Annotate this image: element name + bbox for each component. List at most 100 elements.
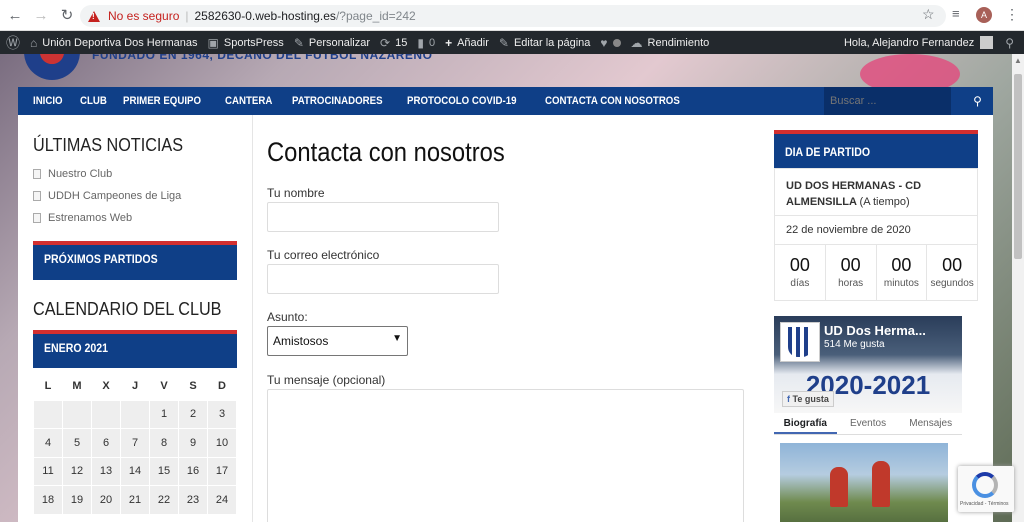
admin-customize-link[interactable]: ✎ Personalizar (294, 36, 370, 50)
reload-icon[interactable]: ↻ (56, 4, 78, 26)
scroll-up-icon[interactable]: ▲ (1014, 56, 1022, 65)
admin-add-new-link[interactable]: + Añadir (445, 36, 489, 50)
countdown-label: días (790, 278, 810, 289)
facebook-like-button[interactable]: f Te gusta (782, 391, 834, 407)
facebook-post-image[interactable] (780, 443, 948, 522)
news-item-label: Nuestro Club (48, 168, 113, 180)
scroll-thumb[interactable] (1014, 74, 1022, 259)
admin-avatar[interactable] (980, 36, 994, 49)
updates-count: 15 (395, 36, 408, 49)
countdown-label: minutos (883, 278, 919, 289)
message-textarea[interactable] (267, 389, 744, 522)
wordpress-logo-icon[interactable]: Ⓦ (6, 33, 20, 53)
calendar-table: L M X J V S D 1 2 3 4 5 6 7 8 9 10 11 12… (33, 371, 237, 515)
calendar-day: 22 (149, 485, 179, 515)
weekday-label: X (91, 371, 121, 401)
main-navigation: INICIO CLUB PRIMER EQUIPO CANTERA PATROC… (18, 87, 993, 115)
admin-greeting[interactable]: Hola, Alejandro Fernandez (844, 37, 974, 49)
admin-sportspress-link[interactable]: ▣ SportsPress (208, 36, 284, 50)
admin-edit-page-link[interactable]: ✎ Editar la página (499, 36, 591, 50)
menu-kebab-icon[interactable]: ⋮ (1005, 6, 1019, 23)
calendar-day: 24 (207, 485, 237, 515)
seo-icon: ♥ (600, 35, 608, 50)
match-teams[interactable]: UD DOS HERMANAS - CD ALMENSILLA (A tiemp… (786, 178, 966, 210)
email-label: Tu correo electrónico (267, 248, 380, 262)
club-logo[interactable] (24, 54, 80, 80)
calendar-day: 17 (207, 456, 237, 486)
document-icon (33, 213, 41, 223)
nav-item-inicio[interactable]: INICIO (33, 95, 63, 107)
admin-search-icon[interactable]: ⚲ (1005, 36, 1014, 50)
facebook-page-name[interactable]: UD Dos Herma... (824, 323, 926, 338)
tab-eventos[interactable]: Eventos (837, 413, 900, 434)
forward-icon[interactable]: → (30, 4, 52, 26)
countdown-value: 00 (942, 255, 963, 275)
nav-item-cantera[interactable]: CANTERA (225, 95, 272, 107)
facebook-like-label: Te gusta (792, 394, 829, 404)
tab-mensajes[interactable]: Mensajes (899, 413, 962, 434)
calendar-day: 5 (62, 428, 92, 458)
admin-comments-link[interactable]: ▮ 0 (417, 36, 435, 50)
updates-icon: ⟳ (380, 35, 391, 50)
player-figure (872, 461, 890, 507)
countdown-value: 00 (891, 255, 912, 275)
news-item[interactable]: Estrenamos Web (33, 212, 132, 224)
comment-icon: ▮ (417, 35, 424, 50)
page-scrollbar[interactable]: ▲ (1012, 54, 1024, 522)
weekday-label: D (207, 371, 237, 401)
news-item-label: Estrenamos Web (48, 212, 133, 224)
bookmark-star-icon[interactable]: ☆ (922, 6, 935, 23)
calendar-day: 10 (207, 428, 237, 458)
calendar-month-header: ENERO 2021 (33, 330, 237, 368)
search-button[interactable]: ⚲ (962, 87, 993, 115)
nav-item-club[interactable]: CLUB (80, 95, 107, 107)
subject-label: Asunto: (267, 310, 308, 324)
reading-list-icon[interactable]: ≡ (952, 6, 960, 21)
profile-avatar[interactable]: A (976, 7, 992, 23)
recaptcha-badge[interactable]: Privacidad - Términos (958, 466, 1014, 512)
admin-customize-label: Personalizar (308, 36, 371, 49)
calendar-day: 20 (91, 485, 121, 515)
nav-item-patrocinadores[interactable]: PATROCINADORES (292, 95, 383, 107)
insecure-label: No es seguro (108, 9, 180, 23)
search-input[interactable] (824, 87, 951, 115)
admin-performance-label: Rendimiento (647, 36, 710, 49)
address-bar[interactable]: No es seguro | 2582630-0.web-hosting.es … (80, 5, 946, 27)
calendar-day: 14 (120, 456, 150, 486)
url-host: 2582630-0.web-hosting.es (194, 9, 336, 23)
calendar-widget-title: CALENDARIO DEL CLUB (33, 299, 222, 319)
news-item[interactable]: Nuestro Club (33, 168, 112, 180)
page-title: Contacta con nosotros (267, 137, 505, 167)
news-widget-title: ÚLTIMAS NOTICIAS (33, 135, 184, 155)
admin-site-link[interactable]: ⌂ Unión Deportiva Dos Hermanas (30, 36, 198, 50)
admin-sportspress-label: SportsPress (223, 36, 284, 49)
admin-updates-link[interactable]: ⟳ 15 (380, 36, 407, 50)
name-field[interactable] (267, 202, 499, 232)
wp-admin-bar: Ⓦ ⌂ Unión Deportiva Dos Hermanas ▣ SportsP… (0, 31, 1024, 54)
news-item-label: UDDH Campeones de Liga (48, 190, 182, 202)
nav-item-primer-equipo[interactable]: PRIMER EQUIPO (123, 95, 201, 107)
facebook-cover-image[interactable]: UD Dos Herma... 514 Me gusta 2020-2021 f… (774, 316, 962, 413)
admin-performance-link[interactable]: ☁ Rendimiento (631, 36, 710, 50)
countdown-value: 00 (840, 255, 861, 275)
nav-item-protocolo-covid[interactable]: PROTOCOLO COVID-19 (407, 95, 517, 107)
calendar-day: 7 (120, 428, 150, 458)
countdown-label: segundos (930, 278, 974, 289)
calendar-day: 1 (149, 399, 179, 429)
nav-item-contacta[interactable]: CONTACTA CON NOSOTROS (545, 95, 680, 107)
facebook-page-logo[interactable] (780, 322, 820, 362)
document-icon (33, 169, 41, 179)
news-item[interactable]: UDDH Campeones de Liga (33, 190, 181, 202)
weekday-label: M (62, 371, 92, 401)
back-icon[interactable]: ← (4, 4, 26, 26)
email-field[interactable] (267, 264, 499, 294)
tab-biografia[interactable]: Biografía (774, 413, 837, 434)
plus-icon: + (445, 35, 453, 50)
calendar-day: 23 (178, 485, 208, 515)
calendar-week-row: 18 19 20 21 22 23 24 (33, 485, 237, 515)
admin-seo-link[interactable]: ♥ (600, 35, 621, 50)
admin-edit-page-label: Editar la página (513, 36, 591, 49)
calendar-day: 3 (207, 399, 237, 429)
subject-select[interactable]: Amistosos ▼ (267, 326, 408, 356)
facebook-page-widget: UD Dos Herma... 514 Me gusta 2020-2021 f… (774, 316, 962, 522)
